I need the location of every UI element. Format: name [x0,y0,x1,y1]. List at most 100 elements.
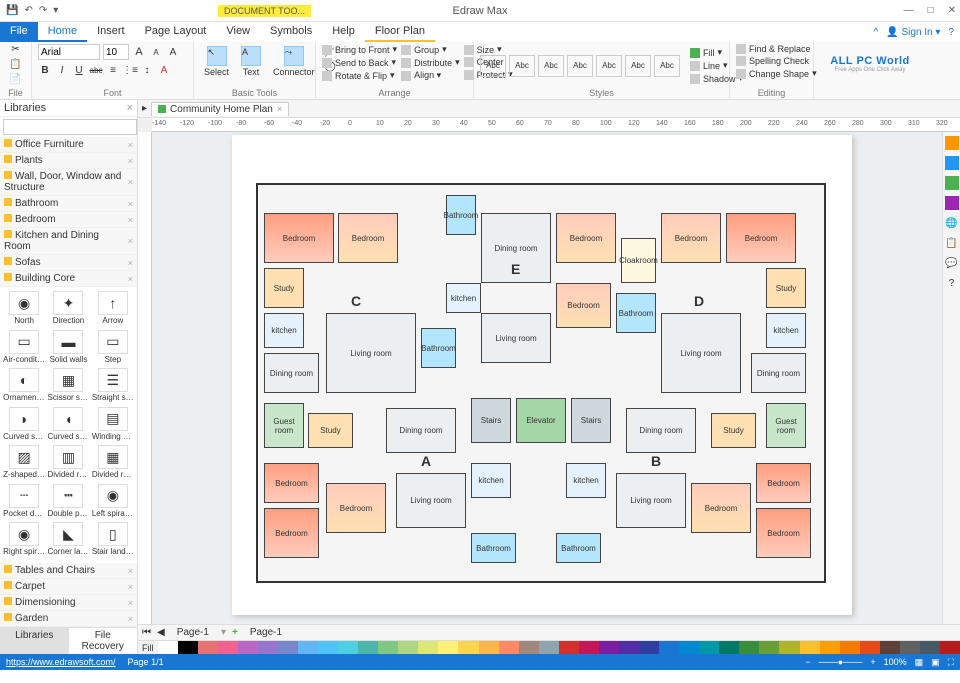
color-swatch[interactable] [358,641,378,654]
sign-in-link[interactable]: 👤 Sign In ▾ [886,27,940,38]
view-mode-2-icon[interactable]: ▣ [931,657,940,668]
room-bedroom[interactable]: Bedroom [756,508,811,558]
color-swatch[interactable] [880,641,900,654]
document-tab[interactable]: Community Home Plan × [151,102,289,116]
file-recovery-tab[interactable]: File Recovery [69,628,138,654]
color-swatch[interactable] [860,641,880,654]
shape-item[interactable]: ✦Direction [46,291,90,328]
color-swatch[interactable] [599,641,619,654]
shape-item[interactable]: ◉Left spiral s... [91,484,135,521]
tab-insert[interactable]: Insert [87,22,135,42]
shape-item[interactable]: ▯Stair landing [91,522,135,559]
qat-redo-icon[interactable]: ↷ [39,5,47,16]
library-category[interactable]: Dimensioning× [0,595,137,611]
library-category[interactable]: Garden× [0,611,137,627]
style-preset-6[interactable]: Abc [625,55,651,77]
color-swatch[interactable] [659,641,679,654]
room-bedroom[interactable]: Bedroom [264,463,319,503]
library-category[interactable]: Sofas× [0,255,137,271]
room-bathroom[interactable]: Bathroom [616,293,656,333]
help-icon[interactable]: ? [948,27,954,38]
shape-item[interactable]: ◗Curved stai... [2,407,46,444]
view-mode-1-icon[interactable]: ▦ [915,657,924,668]
distribute-button[interactable]: Distribute ▾ [401,57,460,68]
shape-item[interactable]: ▦Scissor stai... [46,368,90,405]
shape-item[interactable]: ◉North [2,291,46,328]
strike-button[interactable]: abc [89,63,103,77]
tab-symbols[interactable]: Symbols [260,22,322,42]
shape-item[interactable]: ▥Divided ret... [46,445,90,482]
room-bathroom[interactable]: Bathroom [556,533,601,563]
style-preset-3[interactable]: Abc [538,55,564,77]
image-icon[interactable] [945,176,959,190]
room-study[interactable]: Study [766,268,806,308]
room-dining[interactable]: Dining room [264,353,319,393]
color-swatch[interactable] [398,641,418,654]
shape-item[interactable]: ▤Winding st... [91,407,135,444]
clear-format-button[interactable]: A [166,45,180,59]
color-swatch[interactable] [539,641,559,654]
qat-more-icon[interactable]: ▾ [53,5,58,16]
font-color-button[interactable]: A [157,63,171,77]
zoom-out-icon[interactable]: − [805,657,810,667]
bullets-button[interactable]: ⋮≡ [123,63,137,77]
window-maximize-button[interactable]: □ [928,5,934,16]
help-panel-icon[interactable]: ? [945,276,959,290]
room-stairs[interactable]: Stairs [471,398,511,443]
spacing-button[interactable]: ↕ [140,63,154,77]
font-size-select[interactable] [103,44,129,60]
room-kitchen[interactable]: kitchen [566,463,606,498]
paste-icon[interactable]: 📄 [9,74,21,85]
room-bathroom[interactable]: Bathroom [446,195,476,235]
room-living[interactable]: Living room [481,313,551,363]
color-swatch[interactable] [759,641,779,654]
color-swatch[interactable] [378,641,398,654]
library-category[interactable]: Kitchen and Dining Room× [0,228,137,255]
change-shape-button[interactable]: Change Shape ▾ [736,68,817,79]
shape-item[interactable]: ◣Corner lan... [46,522,90,559]
color-swatch[interactable] [499,641,519,654]
copy-icon[interactable]: 📋 [9,59,21,70]
shape-item[interactable]: ◖Curved stai... [46,407,90,444]
room-bedroom[interactable]: Bedroom [661,213,721,263]
connector-tool-button[interactable]: ⤳Connector [269,44,319,79]
style-preset-1[interactable]: Abc [480,55,506,77]
style-preset-2[interactable]: Abc [509,55,535,77]
page-nav-first-icon[interactable]: ⏮ [142,627,151,638]
color-swatch[interactable] [338,641,358,654]
zoom-in-icon[interactable]: + [870,657,875,667]
library-category[interactable]: Bathroom× [0,196,137,212]
shape-item[interactable]: ▭Air-conditi... [2,330,46,367]
add-page-button[interactable]: + [232,627,238,638]
document-tab-close-icon[interactable]: × [277,104,282,114]
font-decrease-button[interactable]: A [149,45,163,59]
group-button[interactable]: Group ▾ [401,44,460,55]
room-bedroom[interactable]: Bedroom [556,213,616,263]
room-cloakroom[interactable]: Cloakroom [621,238,656,283]
library-category[interactable]: Carpet× [0,579,137,595]
style-preset-5[interactable]: Abc [596,55,622,77]
room-living[interactable]: Living room [661,313,741,393]
room-living[interactable]: Living room [616,473,686,528]
room-bedroom[interactable]: Bedroom [264,508,319,558]
color-swatch[interactable] [298,641,318,654]
color-swatch[interactable] [820,641,840,654]
room-kitchen[interactable]: kitchen [264,313,304,348]
color-swatch[interactable] [619,641,639,654]
window-minimize-button[interactable]: — [904,5,914,16]
shape-item[interactable]: ▭Step [91,330,135,367]
color-swatch[interactable] [679,641,699,654]
color-swatch[interactable] [218,641,238,654]
color-swatch[interactable] [699,641,719,654]
color-swatch[interactable] [258,641,278,654]
color-swatch[interactable] [479,641,499,654]
color-swatch[interactable] [940,641,960,654]
room-stairs[interactable]: Stairs [571,398,611,443]
text-tool-button[interactable]: AText [237,44,265,79]
color-swatch[interactable] [238,641,258,654]
room-dining[interactable]: Dining room [751,353,806,393]
room-bedroom[interactable]: Bedroom [556,283,611,328]
bold-button[interactable]: B [38,63,52,77]
room-bedroom[interactable]: Bedroom [756,463,811,503]
room-bathroom[interactable]: Bathroom [421,328,456,368]
